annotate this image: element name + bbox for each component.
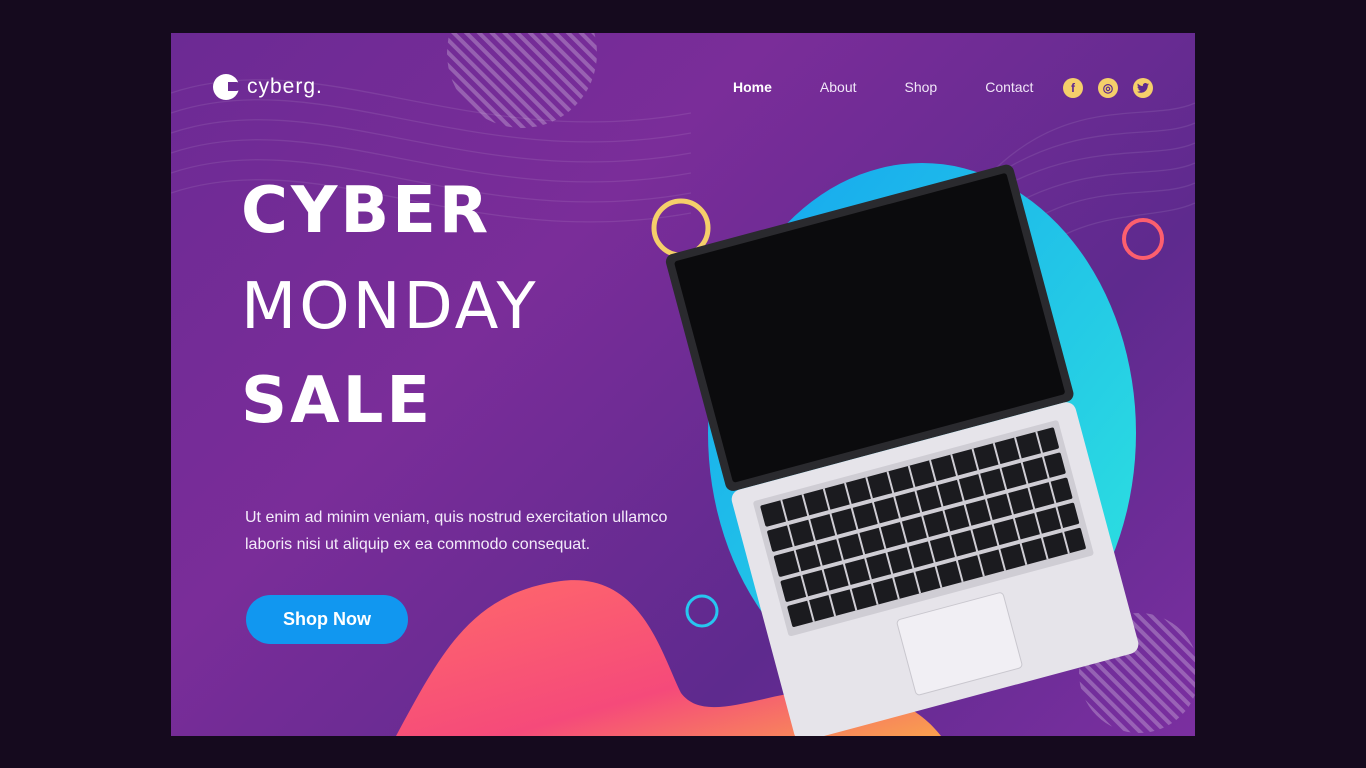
social-links: f ◎ [1063,78,1153,98]
twitter-icon[interactable] [1133,78,1153,98]
hero-description: Ut enim ad minim veniam, quis nostrud ex… [245,509,668,553]
nav-home[interactable]: Home [733,79,772,95]
landing-page: cyberg. Home About Shop Contact f ◎ CYBE… [171,33,1195,736]
nav-contact[interactable]: Contact [985,79,1033,95]
nav-shop[interactable]: Shop [905,79,938,95]
instagram-icon[interactable]: ◎ [1098,78,1118,98]
nav-about[interactable]: About [820,79,857,95]
hero-headline: CYBER MONDAY SALE [241,179,539,433]
brand-logo[interactable]: cyberg. [213,74,323,100]
headline-line-1: CYBER [241,174,492,248]
headline-line-2: MONDAY [241,270,539,344]
headline-line-3: SALE [241,364,434,438]
logo-mark-icon [213,74,241,100]
shop-now-button[interactable]: Shop Now [246,595,408,644]
brand-name: cyberg. [247,75,323,98]
facebook-icon[interactable]: f [1063,78,1083,98]
main-nav: Home About Shop Contact [733,79,1081,95]
